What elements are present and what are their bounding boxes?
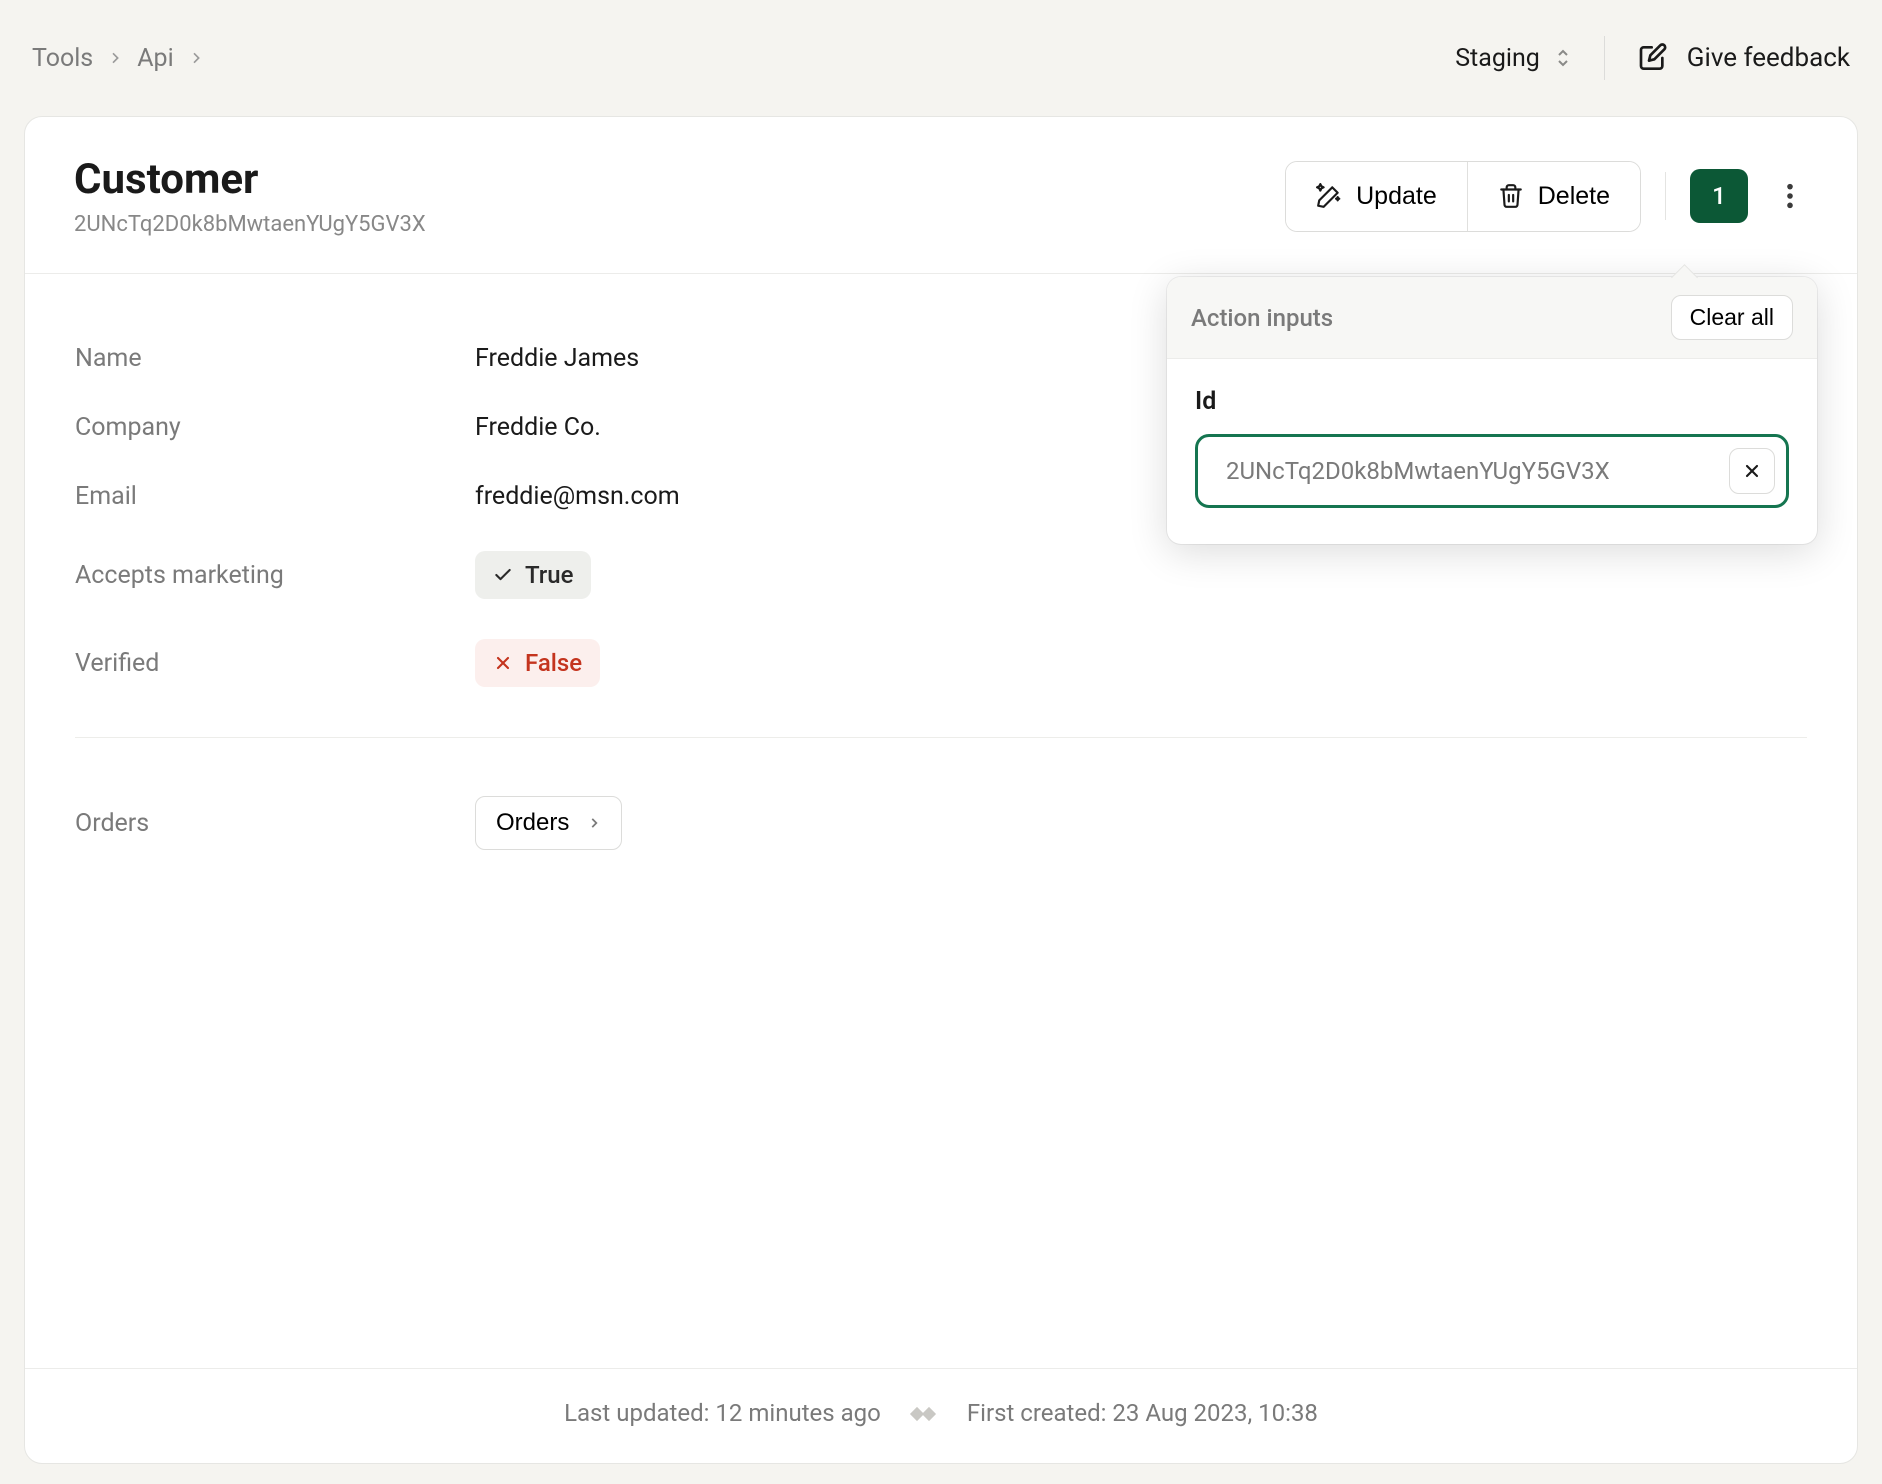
field-label: Company (75, 413, 475, 442)
environment-label: Staging (1455, 44, 1540, 73)
chevron-up-down-icon (1554, 46, 1572, 70)
check-icon (493, 565, 513, 585)
give-feedback-label: Give feedback (1687, 43, 1850, 73)
field-row-accepts-marketing: Accepts marketing True (75, 531, 1807, 619)
action-inputs-popover: Action inputs Clear all Id (1167, 277, 1817, 544)
input-wrapper (1195, 434, 1789, 508)
field-row-verified: Verified False (75, 619, 1807, 707)
divider (1604, 36, 1605, 80)
inputs-count-badge[interactable]: 1 (1690, 169, 1748, 223)
popover-field-label: Id (1195, 387, 1789, 416)
field-value: False (475, 639, 600, 687)
delete-button[interactable]: Delete (1467, 162, 1640, 231)
status-badge-false: False (475, 639, 600, 687)
orders-button[interactable]: Orders (475, 796, 622, 850)
more-vertical-icon (1786, 182, 1794, 210)
chevron-right-icon (188, 50, 204, 66)
update-label: Update (1356, 182, 1437, 211)
status-text: False (525, 649, 582, 677)
card-footer: Last updated: 12 minutes ago First creat… (25, 1368, 1857, 1463)
field-value: Orders (475, 796, 622, 850)
popover-title: Action inputs (1191, 304, 1333, 332)
field-value: Freddie James (475, 344, 639, 373)
id-input[interactable] (1195, 434, 1789, 508)
status-text: True (525, 561, 573, 589)
environment-selector[interactable]: Staging (1455, 44, 1572, 73)
wand-icon (1316, 183, 1342, 209)
field-value: True (475, 551, 591, 599)
card-actions: Update Delete 1 (1285, 155, 1808, 237)
popover-header: Action inputs Clear all (1167, 277, 1817, 359)
first-created-text: First created: 23 Aug 2023, 10:38 (967, 1399, 1318, 1427)
orders-button-label: Orders (496, 809, 569, 837)
divider (75, 737, 1807, 738)
header-actions: Staging Give feedback (1455, 36, 1850, 80)
chevron-right-icon (587, 816, 601, 830)
top-header: Tools Api Staging Give feedback (24, 20, 1858, 116)
give-feedback-button[interactable]: Give feedback (1637, 42, 1850, 74)
field-value: Freddie Co. (475, 413, 601, 442)
chevron-right-icon (107, 50, 123, 66)
field-label: Email (75, 482, 475, 511)
last-updated-text: Last updated: 12 minutes ago (564, 1399, 881, 1427)
page-title: Customer (74, 155, 426, 204)
popover-body: Id (1167, 359, 1817, 544)
action-button-group: Update Delete (1285, 161, 1641, 232)
field-label: Verified (75, 649, 475, 678)
clear-all-button[interactable]: Clear all (1671, 295, 1793, 340)
field-value: freddie@msn.com (475, 482, 680, 511)
delete-label: Delete (1538, 182, 1610, 211)
field-label: Orders (75, 809, 475, 838)
clear-input-button[interactable] (1729, 448, 1775, 494)
breadcrumb-item-tools[interactable]: Tools (32, 44, 93, 73)
field-label: Accepts marketing (75, 561, 475, 590)
breadcrumb: Tools Api (32, 44, 204, 73)
field-label: Name (75, 344, 475, 373)
divider (1665, 172, 1666, 220)
edit-icon (1637, 42, 1669, 74)
status-badge-true: True (475, 551, 591, 599)
field-row-orders: Orders Orders (75, 776, 1807, 870)
trash-icon (1498, 183, 1524, 209)
diamond-icon (909, 1402, 939, 1424)
main-card: Customer 2UNcTq2D0k8bMwtaenYUgY5GV3X Upd… (24, 116, 1858, 1464)
more-menu-button[interactable] (1772, 175, 1808, 217)
x-icon (493, 653, 513, 673)
card-header: Customer 2UNcTq2D0k8bMwtaenYUgY5GV3X Upd… (25, 117, 1857, 274)
page-subtitle: 2UNcTq2D0k8bMwtaenYUgY5GV3X (74, 212, 426, 237)
title-block: Customer 2UNcTq2D0k8bMwtaenYUgY5GV3X (74, 155, 426, 237)
x-icon (1742, 461, 1762, 481)
breadcrumb-item-api[interactable]: Api (137, 44, 173, 73)
update-button[interactable]: Update (1286, 162, 1467, 231)
